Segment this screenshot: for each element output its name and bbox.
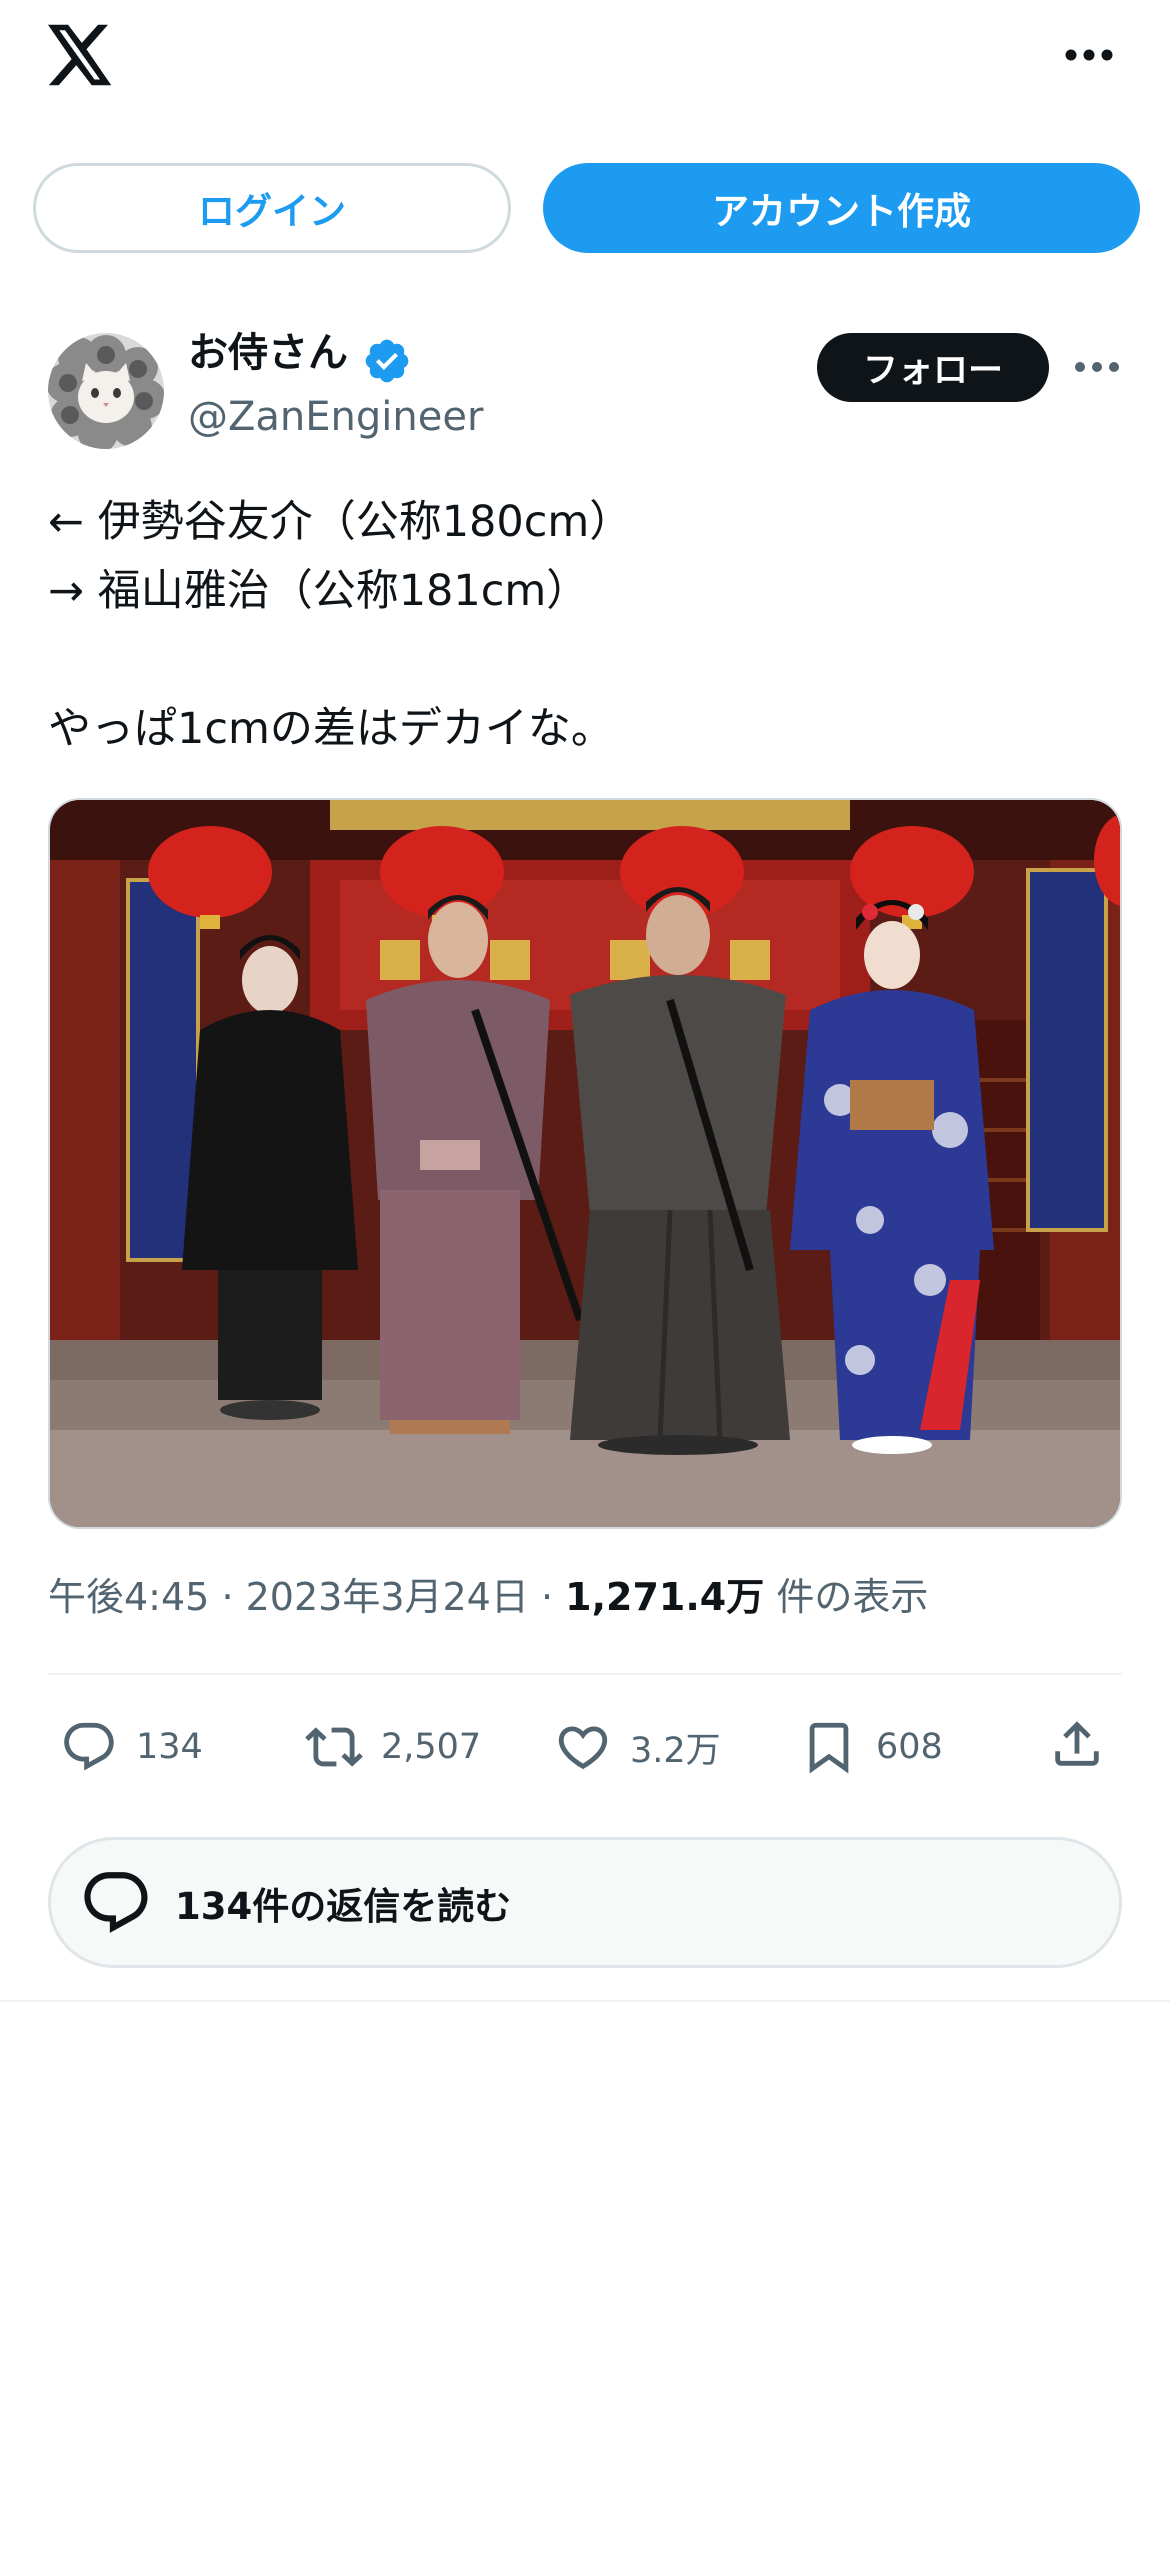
meta-separator: ·: [540, 1575, 554, 1619]
retweet-button[interactable]: 2,507: [305, 1715, 481, 1779]
author-handle[interactable]: @ZanEngineer: [188, 392, 483, 442]
read-replies-label: 134件の返信を読む: [175, 1884, 512, 1928]
bookmark-button[interactable]: 608: [800, 1715, 943, 1779]
retweet-icon: [305, 1727, 363, 1767]
like-count: 3.2万: [630, 1730, 721, 1771]
reply-icon: [64, 1722, 114, 1771]
author-name[interactable]: お侍さん: [188, 328, 348, 378]
tweet-line: やっぱ1cmの差はデカイな。: [48, 704, 614, 754]
divider: [48, 1673, 1122, 1675]
tweet-text: ← 伊勢谷友介（公称180cm） → 福山雅治（公称181cm） やっぱ1cmの…: [48, 488, 1122, 764]
more-horizontal-icon[interactable]: [1064, 48, 1114, 62]
photo-illustration: [50, 800, 1120, 1527]
avatar-image: [48, 333, 164, 449]
tweet-line: [48, 626, 1122, 695]
divider: [0, 2000, 1170, 2002]
login-button[interactable]: ログイン: [33, 163, 511, 253]
reply-icon: [84, 1871, 148, 1933]
tweet-line: → 福山雅治（公称181cm）: [48, 566, 590, 616]
heart-icon: [558, 1726, 608, 1770]
views-count: 1,271.4万: [565, 1575, 765, 1619]
views-label: 件の表示: [776, 1575, 929, 1619]
reply-count: 134: [136, 1727, 203, 1767]
retweet-count: 2,507: [381, 1727, 482, 1767]
tweet-meta: 午後4:45 · 2023年3月24日 · 1,271.4万 件の表示: [48, 1568, 928, 1626]
tweet-time[interactable]: 午後4:45: [48, 1575, 209, 1619]
x-logo-icon[interactable]: [48, 24, 114, 86]
verified-badge-icon: [365, 339, 409, 383]
bookmark-icon: [809, 1722, 849, 1774]
read-replies-button[interactable]: 134件の返信を読む: [48, 1837, 1122, 1968]
share-icon[interactable]: [1048, 1715, 1106, 1773]
tweet-photo[interactable]: [48, 798, 1122, 1529]
reply-button[interactable]: 134: [60, 1715, 203, 1779]
bookmark-count: 608: [876, 1727, 943, 1767]
like-button[interactable]: 3.2万: [554, 1715, 721, 1779]
tweet-line: ← 伊勢谷友介（公称180cm）: [48, 497, 633, 547]
follow-button[interactable]: フォロー: [817, 333, 1049, 402]
tweet-page: ログイン アカウント作成 お侍さん @ZanEngineer フォロー ← 伊勢…: [0, 0, 1170, 2568]
more-horizontal-icon[interactable]: [1074, 360, 1120, 374]
avatar[interactable]: [48, 333, 164, 449]
tweet-date[interactable]: 2023年3月24日: [246, 1575, 529, 1619]
create-account-button[interactable]: アカウント作成: [543, 163, 1140, 253]
meta-separator: ·: [221, 1575, 234, 1619]
